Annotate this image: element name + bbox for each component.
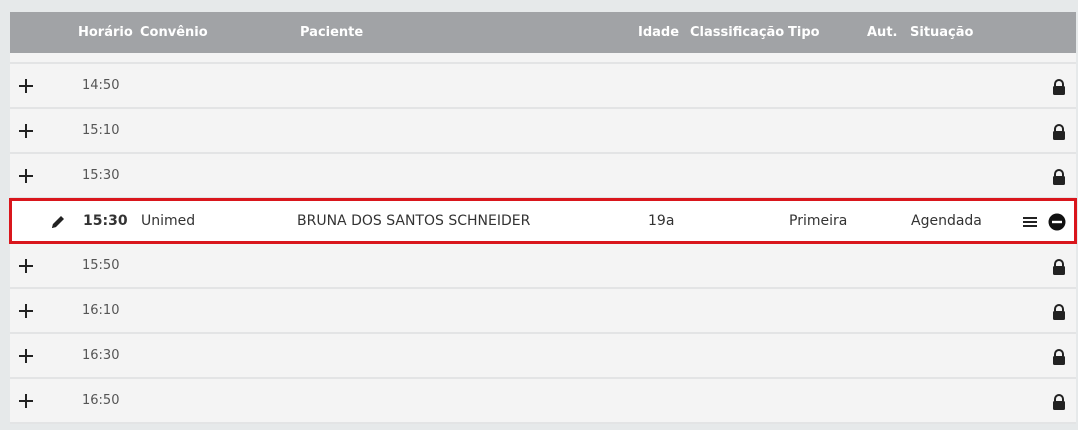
- edit-icon[interactable]: [50, 214, 66, 230]
- table-row: 16:10: [10, 289, 1076, 334]
- table-row: 15:30: [10, 154, 1076, 199]
- col-horario[interactable]: Horário: [78, 25, 133, 40]
- lock-icon: [1053, 349, 1065, 365]
- appointment-situacao: Agendada: [911, 213, 982, 229]
- appointment-tipo: Primeira: [789, 213, 848, 229]
- lock-icon: [1053, 169, 1065, 185]
- appointment-time: 15:30: [83, 213, 128, 229]
- col-classificacao[interactable]: Classificação: [690, 25, 784, 40]
- appointment-idade: 19a: [648, 213, 675, 229]
- cancel-icon[interactable]: [1048, 213, 1066, 231]
- lock-icon: [1053, 259, 1065, 275]
- col-paciente[interactable]: Paciente: [300, 25, 363, 40]
- col-idade[interactable]: Idade: [638, 25, 679, 40]
- col-aut[interactable]: Aut.: [867, 25, 897, 40]
- lock-icon: [1053, 304, 1065, 320]
- col-situacao[interactable]: Situação: [910, 25, 973, 40]
- add-icon[interactable]: [18, 78, 34, 94]
- slot-time: 16:50: [82, 393, 120, 408]
- schedule-table: Horário Convênio Paciente Idade Classifi…: [9, 12, 1077, 424]
- table-row: 14:50: [10, 64, 1076, 109]
- add-icon[interactable]: [18, 303, 34, 319]
- table-row: 15:50: [10, 244, 1076, 289]
- add-icon[interactable]: [18, 168, 34, 184]
- lock-icon: [1053, 79, 1065, 95]
- table-row: 16:50: [10, 379, 1076, 424]
- slot-time: 16:30: [82, 348, 120, 363]
- slot-time: 15:30: [82, 168, 120, 183]
- slot-time: 14:50: [82, 78, 120, 93]
- col-convenio[interactable]: Convênio: [140, 25, 208, 40]
- lock-icon: [1053, 394, 1065, 410]
- appointment-paciente[interactable]: BRUNA DOS SANTOS SCHNEIDER: [297, 213, 530, 229]
- table-header: Horário Convênio Paciente Idade Classifi…: [10, 12, 1076, 53]
- slot-time: 16:10: [82, 303, 120, 318]
- col-tipo[interactable]: Tipo: [788, 25, 820, 40]
- add-icon[interactable]: [18, 123, 34, 139]
- lock-icon: [1053, 124, 1065, 140]
- appointment-convenio: Unimed: [141, 213, 196, 229]
- slot-time: 15:10: [82, 123, 120, 138]
- table-row: 15:10: [10, 109, 1076, 154]
- table-spacer: [10, 53, 1076, 64]
- add-icon[interactable]: [18, 348, 34, 364]
- add-icon[interactable]: [18, 393, 34, 409]
- appointment-row[interactable]: 15:30 Unimed BRUNA DOS SANTOS SCHNEIDER …: [9, 198, 1077, 244]
- slot-time: 15:50: [82, 258, 120, 273]
- table-row: 16:30: [10, 334, 1076, 379]
- add-icon[interactable]: [18, 258, 34, 274]
- menu-icon[interactable]: [1022, 214, 1038, 230]
